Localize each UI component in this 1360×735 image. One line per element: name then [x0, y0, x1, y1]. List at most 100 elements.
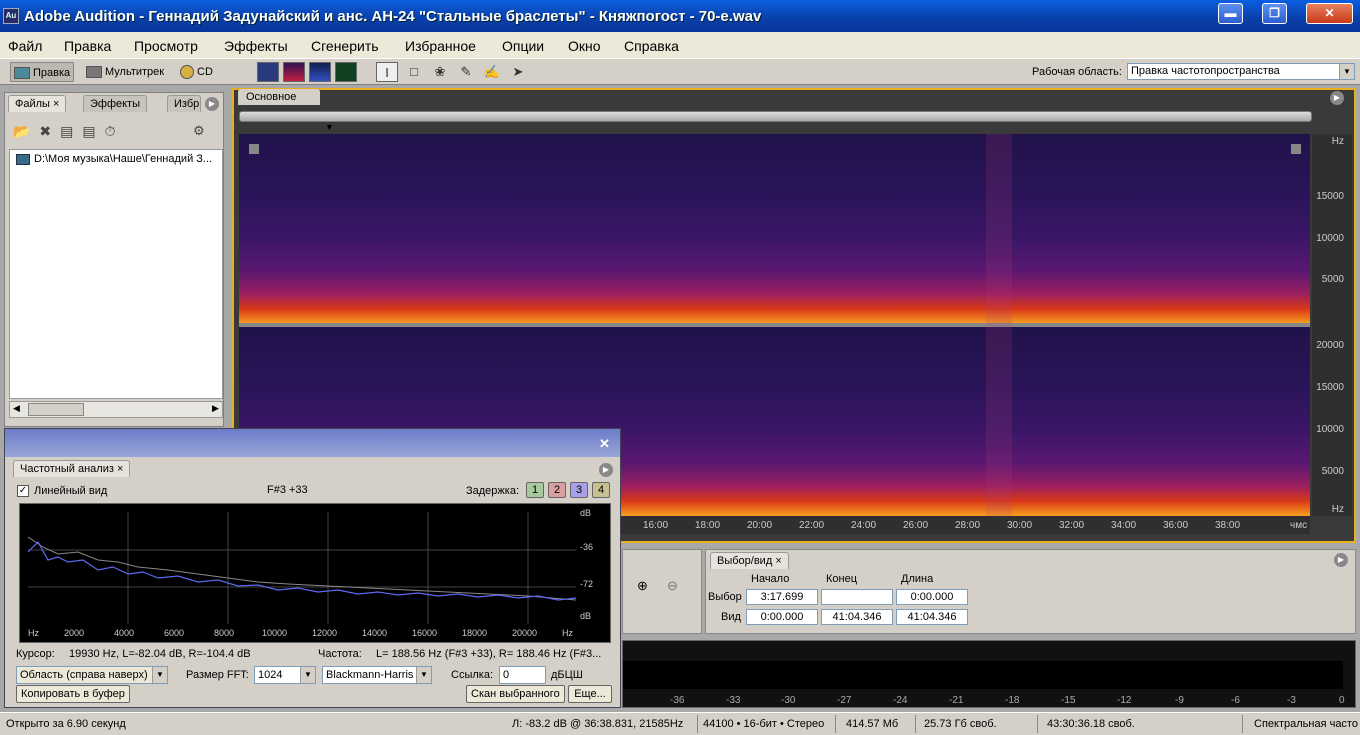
delay-4-button[interactable]: 4 [592, 482, 610, 498]
menu-favorites[interactable]: Избранное [405, 38, 476, 54]
time-tick-label: 26:00 [903, 520, 929, 531]
tab-files[interactable]: Файлы × [8, 95, 67, 112]
phase-view-icon[interactable] [335, 62, 357, 82]
delay-2-button[interactable]: 2 [548, 482, 566, 498]
time-tick-label: 28:00 [955, 520, 981, 531]
window-function-value: Blackmann-Harris [326, 669, 414, 681]
cd-button[interactable]: CD [180, 62, 213, 82]
timeline-overview[interactable]: ▼ [239, 111, 1312, 132]
zoom-in-vertical-icon[interactable]: ⊕ [637, 578, 648, 594]
status-opened-time: Открыто за 6.90 секунд [6, 718, 126, 730]
main-panel-menu-icon[interactable]: ▶ [1330, 91, 1344, 105]
panel-menu-icon[interactable]: ▶ [599, 463, 613, 477]
scroll-thumb[interactable] [28, 403, 84, 416]
window-function-dropdown[interactable]: Blackmann-Harris ▼ [322, 666, 432, 684]
meter-label: -27 [837, 695, 852, 706]
reference-input[interactable]: 0 [499, 666, 546, 684]
fft-size-dropdown[interactable]: 1024 ▼ [254, 666, 316, 684]
file-item[interactable]: D:\Моя музыка\Наше\Геннадий З... [34, 153, 230, 165]
cd-icon [180, 65, 194, 80]
spectrogram-left-channel[interactable] [239, 134, 1310, 324]
file-actions-icons[interactable]: 📂✖▤▤⏱ [13, 123, 125, 140]
scroll-right-icon[interactable]: ▶ [212, 403, 219, 414]
linear-view-checkbox[interactable]: ✓ [17, 485, 29, 497]
close-icon[interactable]: × [775, 555, 781, 567]
multitrack-button[interactable]: Мультитрек [86, 62, 164, 82]
menu-effects[interactable]: Эффекты [224, 38, 288, 54]
x-tick-label: 4000 [114, 628, 135, 638]
lasso-tool-icon[interactable]: ❀ [429, 62, 451, 82]
more-button[interactable]: Еще... [568, 685, 612, 703]
menu-generate[interactable]: Сгенерить [311, 38, 379, 54]
menu-help[interactable]: Справка [624, 38, 679, 54]
freq-tick-label: Hz [1331, 136, 1344, 147]
x-tick-label: 20000 [512, 628, 538, 638]
title-bar: Au Adobe Audition - Геннадий Задунайский… [0, 0, 1360, 32]
floating-window-header[interactable]: ✕ [5, 429, 620, 457]
spectral-view-icon[interactable] [283, 62, 305, 82]
graph-x-axis: Hz 2000 4000 6000 8000 10000 12000 14000… [20, 628, 610, 640]
copy-to-clipboard-button[interactable]: Копировать в буфер [16, 685, 130, 703]
menu-window[interactable]: Окно [568, 38, 601, 54]
healing-tool-icon[interactable]: ✍ [481, 62, 503, 82]
view-start-field[interactable]: 0:00.000 [746, 609, 818, 625]
zoom-panel: ⊕ ⊖ [622, 549, 702, 634]
view-options-icon[interactable]: ⚙ [193, 123, 205, 139]
selection-end-field[interactable] [821, 589, 893, 605]
file-list: D:\Моя музыка\Наше\Геннадий З... [9, 149, 223, 399]
time-tick-label: 30:00 [1007, 520, 1033, 531]
panel-menu-icon[interactable]: ▶ [205, 97, 219, 111]
x-tick-label: Hz [562, 628, 573, 638]
delay-1-button[interactable]: 1 [526, 482, 544, 498]
zoom-out-vertical-icon[interactable]: ⊖ [667, 578, 678, 594]
tab-selection-view[interactable]: Выбор/вид × [710, 552, 789, 569]
x-tick-label: 18000 [462, 628, 488, 638]
tab-files-label: Файлы [15, 98, 50, 110]
marquee-tool-icon[interactable]: □ [403, 62, 425, 82]
menu-edit[interactable]: Правка [64, 38, 111, 54]
chevron-down-icon: ▼ [152, 667, 167, 683]
time-tick-label: 20:00 [747, 520, 773, 531]
frequency-value: L= 188.56 Hz (F#3 +33), R= 188.46 Hz (F#… [376, 648, 602, 660]
minimize-button[interactable]: ▬ [1218, 3, 1243, 24]
scan-selection-button[interactable]: Скан выбранного [466, 685, 565, 703]
menu-view[interactable]: Просмотр [134, 38, 198, 54]
frequency-graph[interactable]: dB -36 -72 dB Hz 2000 4000 6000 8000 100… [19, 503, 611, 643]
view-end-field[interactable]: 41:04.346 [821, 609, 893, 625]
tab-main[interactable]: Основное [238, 89, 320, 105]
zoom-corner-icon[interactable] [1291, 144, 1301, 154]
workspace-dropdown[interactable]: Правка частотопространства ▼ [1127, 63, 1355, 80]
waveform-view-icon[interactable] [257, 62, 279, 82]
brush-tool-icon[interactable]: ✎ [455, 62, 477, 82]
cursor-label: Курсор: [16, 648, 55, 660]
selection-start-field[interactable]: 3:17.699 [746, 589, 818, 605]
scroll-left-icon[interactable]: ◀ [13, 403, 20, 414]
horizontal-scrollbar[interactable]: ◀ ▶ [9, 401, 223, 418]
tab-effects[interactable]: Эффекты [83, 95, 148, 112]
tab-frequency-analysis[interactable]: Частотный анализ × [13, 460, 131, 477]
time-select-tool-icon[interactable]: I [376, 62, 398, 82]
selection-length-field[interactable]: 0:00.000 [896, 589, 968, 605]
maximize-button[interactable]: ❐ [1262, 3, 1287, 24]
scrub-tool-icon[interactable]: ➤ [507, 62, 529, 82]
pan-view-icon[interactable] [309, 62, 331, 82]
area-dropdown[interactable]: Область (справа наверх) ▼ [16, 666, 168, 684]
tab-favorites[interactable]: Избр [167, 95, 201, 112]
menu-options[interactable]: Опции [502, 38, 544, 54]
time-tick-label: 36:00 [1163, 520, 1189, 531]
delay-3-button[interactable]: 3 [570, 482, 588, 498]
view-length-field[interactable]: 41:04.346 [896, 609, 968, 625]
edit-view-button[interactable]: Правка [10, 62, 75, 82]
close-icon[interactable]: × [53, 98, 59, 110]
zoom-corner-icon[interactable] [249, 144, 259, 154]
close-icon[interactable]: ✕ [599, 436, 610, 452]
panel-menu-icon[interactable]: ▶ [1334, 553, 1348, 567]
time-tick-label: 16:00 [643, 520, 669, 531]
close-icon[interactable]: × [117, 463, 123, 475]
menu-file[interactable]: Файл [8, 38, 42, 54]
close-button[interactable]: ✕ [1306, 3, 1353, 24]
menu-bar: Файл Правка Просмотр Эффекты Сгенерить И… [0, 32, 1360, 58]
meter-label: -15 [1061, 695, 1076, 706]
playhead-marker-icon[interactable]: ▼ [325, 122, 334, 132]
x-tick-label: Hz [28, 628, 39, 638]
